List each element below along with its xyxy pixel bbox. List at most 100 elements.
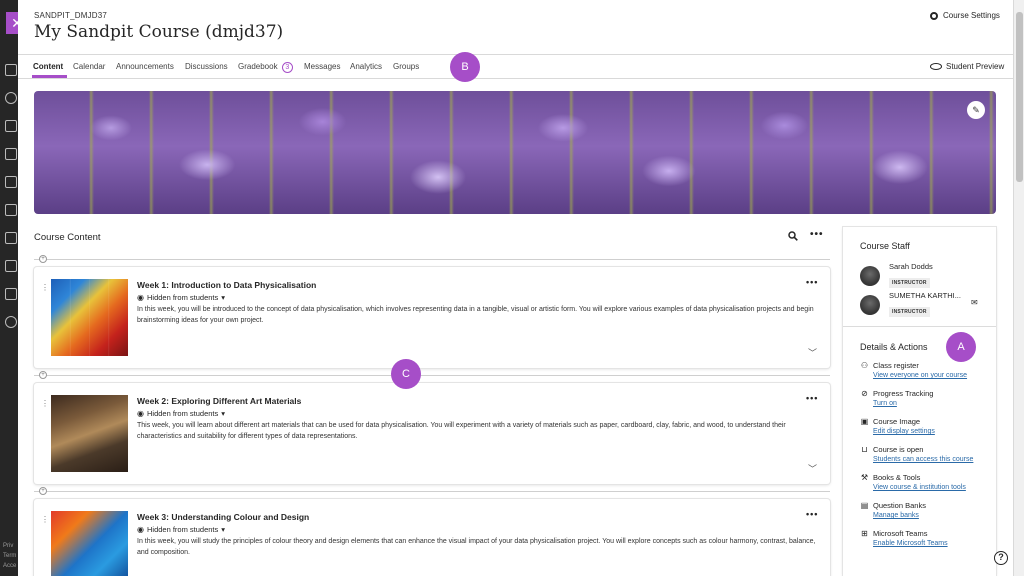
- tab-messages[interactable]: Messages: [304, 62, 340, 71]
- eye-off-icon: ◉: [137, 409, 144, 418]
- signout-icon[interactable]: [5, 316, 17, 328]
- item-more-options-icon[interactable]: •••: [806, 509, 818, 519]
- add-content-plus-icon[interactable]: +: [39, 371, 47, 379]
- visibility-dropdown[interactable]: ◉ Hidden from students ▾: [137, 525, 225, 534]
- action-label: Books & Tools: [873, 473, 920, 482]
- action-label: Class register: [873, 361, 919, 370]
- student-preview-button[interactable]: Student Preview: [930, 62, 1004, 71]
- action-link[interactable]: View course & institution tools: [873, 484, 966, 491]
- pencil-icon[interactable]: ✎: [967, 101, 985, 119]
- course-settings-label: Course Settings: [943, 11, 1000, 20]
- action-label: Microsoft Teams: [873, 529, 927, 538]
- staff-member[interactable]: Sarah Dodds INSTRUCTOR: [860, 262, 933, 289]
- visibility-label: Hidden from students: [147, 293, 218, 302]
- content-item-title[interactable]: Week 1: Introduction to Data Physicalisa…: [137, 280, 316, 290]
- tab-discussions[interactable]: Discussions: [185, 62, 228, 71]
- tools-nav-icon[interactable]: [5, 232, 17, 244]
- caret-down-icon: ▾: [221, 293, 225, 302]
- caret-down-icon: ▾: [221, 409, 225, 418]
- action-course-open: ⊔Course is open Students can access this…: [860, 445, 973, 463]
- terms-link[interactable]: Term: [3, 553, 16, 559]
- gear-icon: [930, 12, 938, 20]
- content-item-week3[interactable]: ⋮⋮ Week 3: Understanding Colour and Desi…: [34, 499, 830, 576]
- action-books-tools: ⚒Books & Tools View course & institution…: [860, 473, 966, 491]
- add-content-divider: [34, 375, 830, 376]
- people-icon: ⚇: [860, 361, 869, 370]
- tab-gradebook[interactable]: Gradebook 3: [238, 62, 293, 73]
- message-icon[interactable]: ✉: [971, 298, 978, 307]
- chevron-down-icon[interactable]: ﹀: [808, 462, 817, 475]
- edit-nav-icon[interactable]: [5, 260, 17, 272]
- accessibility-link[interactable]: Acce: [3, 563, 16, 569]
- tab-gradebook-label: Gradebook: [238, 62, 278, 71]
- visibility-dropdown[interactable]: ◉ Hidden from students ▾: [137, 293, 225, 302]
- tab-content[interactable]: Content: [33, 62, 63, 71]
- visibility-label: Hidden from students: [147, 409, 218, 418]
- active-tab-indicator: [32, 75, 67, 78]
- image-icon: ▣: [860, 417, 869, 426]
- course-code: SANDPIT_DMJD37: [34, 11, 107, 20]
- gradebook-count-badge: 3: [282, 62, 293, 73]
- scrollbar-thumb[interactable]: [1016, 12, 1023, 182]
- base-navigation: Priv Term Acce: [0, 0, 20, 576]
- item-more-options-icon[interactable]: •••: [806, 393, 818, 403]
- tab-calendar[interactable]: Calendar: [73, 62, 105, 71]
- annotation-marker-c: C: [391, 359, 421, 389]
- course-settings-button[interactable]: Course Settings: [930, 11, 1000, 20]
- action-link[interactable]: Students can access this course: [873, 456, 973, 463]
- content-more-options-icon[interactable]: •••: [810, 229, 824, 240]
- content-item-week2[interactable]: ⋮⋮ Week 2: Exploring Different Art Mater…: [34, 383, 830, 484]
- calendar-icon[interactable]: [5, 148, 17, 160]
- caret-down-icon: ▾: [221, 525, 225, 534]
- course-banner-image: [34, 91, 996, 214]
- avatar: [860, 295, 880, 315]
- profile-icon[interactable]: [5, 64, 17, 76]
- search-icon[interactable]: [788, 231, 798, 244]
- staff-member[interactable]: SUMETHA KARTHI... INSTRUCTOR: [860, 291, 961, 318]
- action-link[interactable]: View everyone on your course: [873, 372, 967, 379]
- groups-nav-icon[interactable]: [5, 288, 17, 300]
- courses-icon[interactable]: [5, 120, 17, 132]
- course-title: My Sandpit Course (dmjd37): [34, 22, 283, 42]
- add-content-divider: [34, 259, 830, 260]
- add-content-divider: [34, 491, 830, 492]
- content-item-title[interactable]: Week 3: Understanding Colour and Design: [137, 512, 309, 522]
- action-course-image: ▣Course Image Edit display settings: [860, 417, 935, 435]
- action-label: Progress Tracking: [873, 389, 933, 398]
- course-details-sidebar: Course Staff Sarah Dodds INSTRUCTOR SUME…: [843, 227, 996, 576]
- page-scrollbar[interactable]: [1013, 0, 1024, 576]
- content-item-week1[interactable]: ⋮⋮ Week 1: Introduction to Data Physical…: [34, 267, 830, 368]
- role-badge: INSTRUCTOR: [889, 307, 930, 317]
- week3-thumbnail: [51, 511, 128, 576]
- messages-icon[interactable]: [5, 176, 17, 188]
- content-item-title[interactable]: Week 2: Exploring Different Art Material…: [137, 396, 301, 406]
- teams-icon: ⊞: [860, 529, 869, 538]
- content-item-description: In this week, you will be introduced to …: [137, 304, 817, 326]
- action-link[interactable]: Manage banks: [873, 512, 926, 519]
- action-link[interactable]: Edit display settings: [873, 428, 935, 435]
- tab-groups[interactable]: Groups: [393, 62, 419, 71]
- week1-thumbnail: [51, 279, 128, 356]
- course-panel: SANDPIT_DMJD37 My Sandpit Course (dmjd37…: [18, 0, 1013, 576]
- action-link[interactable]: Enable Microsoft Teams: [873, 540, 948, 547]
- add-content-plus-icon[interactable]: +: [39, 487, 47, 495]
- grades-icon[interactable]: [5, 204, 17, 216]
- help-button[interactable]: ?: [994, 551, 1008, 565]
- add-content-plus-icon[interactable]: +: [39, 255, 47, 263]
- action-microsoft-teams: ⊞ Microsoft Teams Enable Microsoft Teams: [860, 529, 948, 547]
- content-item-description: This week, you will learn about differen…: [137, 420, 817, 442]
- tab-announcements[interactable]: Announcements: [116, 62, 174, 71]
- action-progress-tracking: ⊘Progress Tracking Turn on: [860, 389, 933, 407]
- tab-analytics[interactable]: Analytics: [350, 62, 382, 71]
- privacy-link[interactable]: Priv: [3, 543, 13, 549]
- week2-thumbnail: [51, 395, 128, 472]
- visibility-dropdown[interactable]: ◉ Hidden from students ▾: [137, 409, 225, 418]
- annotation-marker-b: B: [450, 52, 480, 82]
- action-class-register: ⚇ Class register View everyone on your co…: [860, 361, 967, 379]
- globe-icon[interactable]: [5, 92, 17, 104]
- item-more-options-icon[interactable]: •••: [806, 277, 818, 287]
- visibility-label: Hidden from students: [147, 525, 218, 534]
- eye-off-icon: ◉: [137, 525, 144, 534]
- action-link[interactable]: Turn on: [873, 400, 933, 407]
- chevron-down-icon[interactable]: ﹀: [808, 346, 817, 359]
